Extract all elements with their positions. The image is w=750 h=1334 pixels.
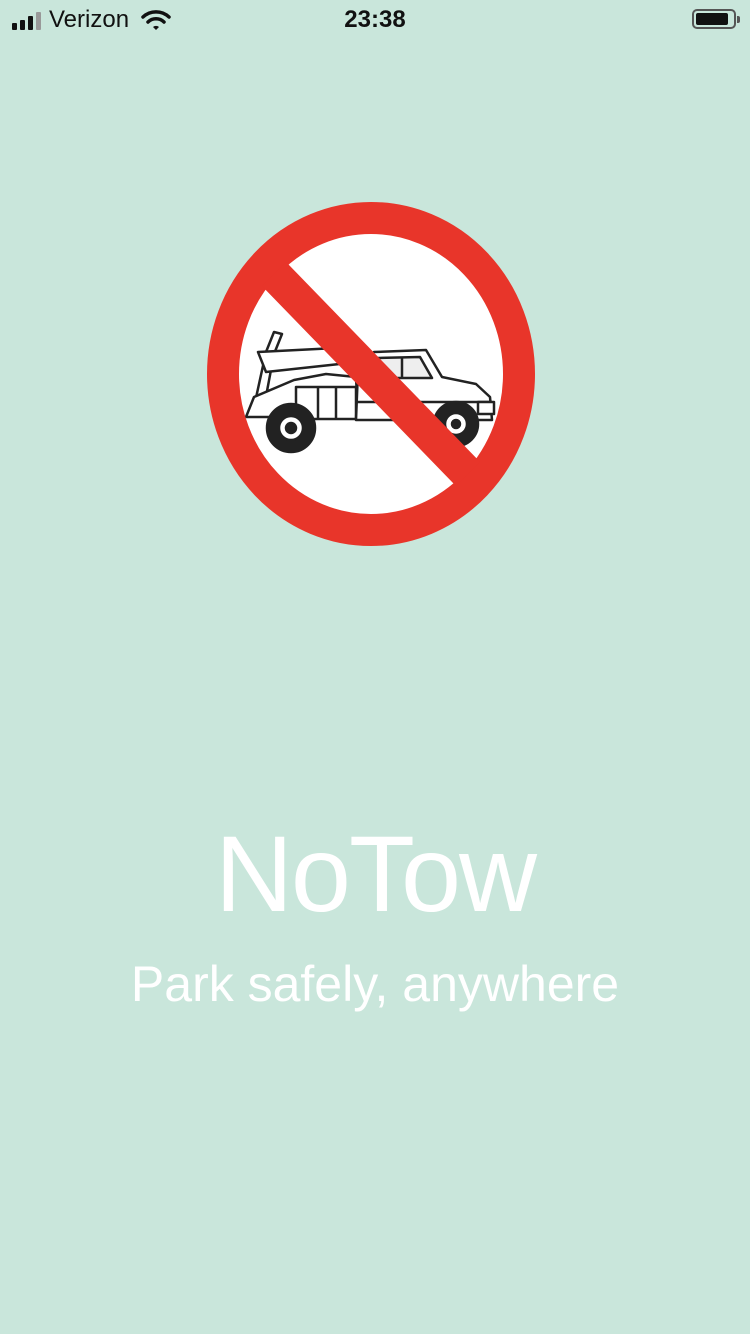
battery-icon bbox=[692, 9, 740, 29]
status-time: 23:38 bbox=[344, 6, 406, 33]
status-bar: Verizon 23:38 bbox=[0, 0, 750, 40]
app-title: NoTow bbox=[214, 813, 537, 934]
app-tagline: Park safely, anywhere bbox=[130, 956, 620, 1012]
no-tow-truck-icon bbox=[207, 202, 535, 546]
